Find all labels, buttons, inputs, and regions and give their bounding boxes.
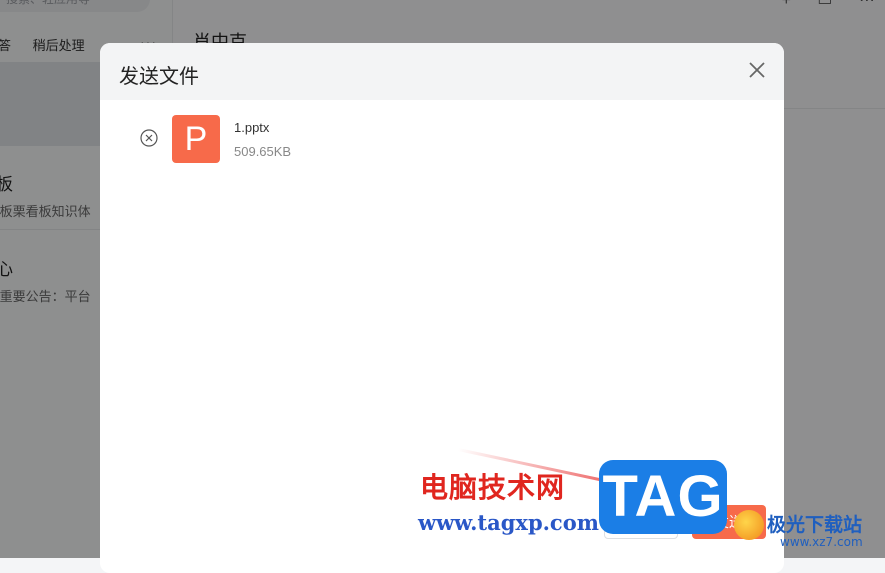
xz7-logo-name: 极光下载站 <box>767 514 863 536</box>
close-icon <box>749 62 765 78</box>
file-name: 1.pptx <box>234 120 270 135</box>
dialog-title: 发送文件 <box>119 66 199 88</box>
xz7-logo-url: www.xz7.com <box>780 535 863 549</box>
watermark-site-name: 电脑技术网 <box>420 471 566 504</box>
file-size: 509.65KB <box>234 144 292 159</box>
watermark-site-url: www.tagxp.com <box>418 510 599 535</box>
pptx-file-icon: P <box>172 115 220 163</box>
close-button[interactable] <box>746 59 768 81</box>
dialog-header: 发送文件 <box>100 43 784 100</box>
remove-circle-icon <box>140 129 158 147</box>
remove-file-button[interactable] <box>140 129 158 147</box>
xz7-logo-icon <box>734 510 764 540</box>
file-item: P 1.pptx 509.65KB <box>100 115 784 165</box>
watermark-tag-logo: TAG <box>599 460 727 534</box>
watermark-xz7-logo: 极光下载站 www.xz7.com <box>734 504 885 558</box>
